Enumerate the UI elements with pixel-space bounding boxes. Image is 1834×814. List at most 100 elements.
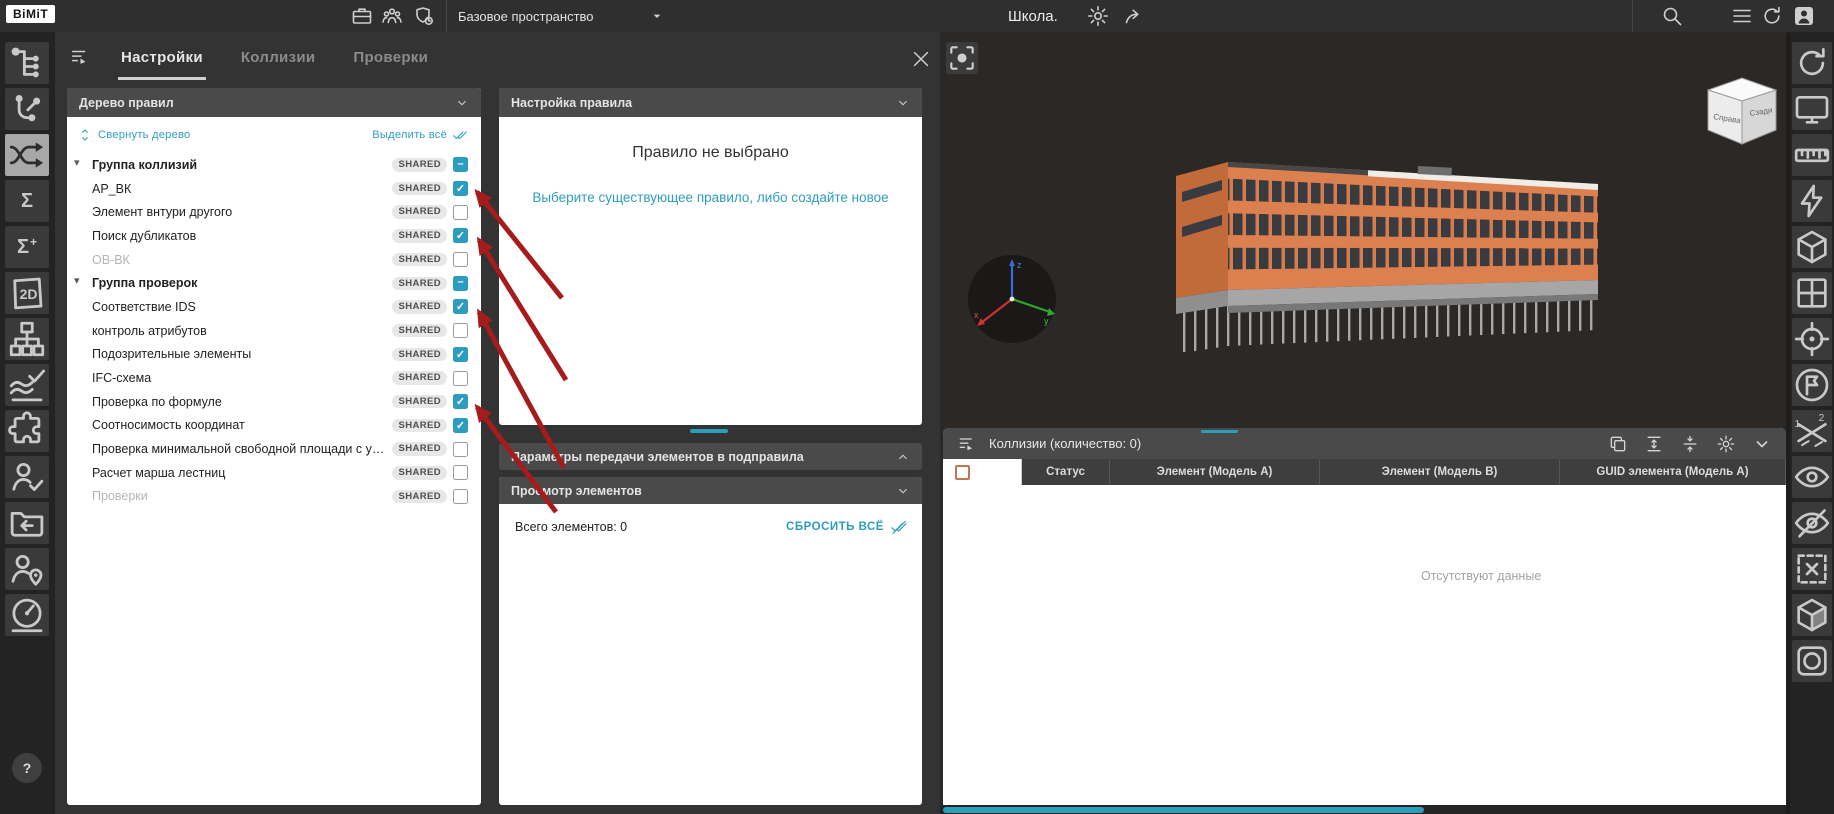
isolate-cube-icon[interactable] xyxy=(1792,594,1832,636)
collisions-resize-handle[interactable] xyxy=(1201,430,1238,433)
tab-Проверки[interactable]: Проверки xyxy=(350,38,431,80)
eye-off-icon[interactable] xyxy=(1792,502,1832,544)
rule-checkbox[interactable] xyxy=(453,181,468,196)
refresh-view-icon[interactable] xyxy=(1792,42,1832,84)
empty-state-hint[interactable]: Выберите существующее правило, либо созд… xyxy=(499,190,922,205)
tree-row[interactable]: Проверка минимальной свободной площади с… xyxy=(67,437,481,461)
building-model[interactable] xyxy=(1168,132,1608,352)
plugins-icon[interactable] xyxy=(5,410,49,452)
section-box-icon[interactable] xyxy=(1792,640,1832,682)
tab-Настройки[interactable]: Настройки xyxy=(118,38,206,80)
share-icon[interactable] xyxy=(1122,4,1146,28)
flag-icon[interactable] xyxy=(1792,364,1832,406)
tree-row[interactable]: АР_ВКSHARED xyxy=(67,177,481,201)
rule-checkbox[interactable] xyxy=(453,394,468,409)
panel-resize-handle[interactable] xyxy=(690,429,728,433)
eye-icon[interactable] xyxy=(1792,456,1832,498)
rule-checkbox[interactable] xyxy=(453,157,468,172)
grid-icon[interactable] xyxy=(1792,272,1832,314)
rule-checkbox[interactable] xyxy=(453,371,468,386)
tree-caret-icon[interactable]: ▾ xyxy=(74,156,80,171)
app-logo[interactable]: BiMiT xyxy=(6,5,55,23)
elements-preview-header[interactable]: Просмотр элементов xyxy=(499,477,922,504)
help-button[interactable]: ? xyxy=(12,753,42,783)
ruler-icon[interactable] xyxy=(1792,134,1832,176)
tree-row[interactable]: ПроверкиSHARED xyxy=(67,485,481,509)
table-settings-gear-icon[interactable] xyxy=(1716,434,1736,454)
collapse-tree-link[interactable]: Свернуть дерево xyxy=(98,129,190,141)
rule-checkbox[interactable] xyxy=(453,252,468,267)
project-settings-gear-icon[interactable] xyxy=(1086,4,1110,28)
rule-checkbox[interactable] xyxy=(453,299,468,314)
axis-gizmo[interactable]: z x y xyxy=(966,252,1061,347)
rule-checkbox[interactable] xyxy=(453,489,468,504)
sheets-2d-icon[interactable]: 2D xyxy=(5,272,49,314)
folder-export-icon[interactable] xyxy=(5,502,49,544)
select-all-rows-checkbox[interactable] xyxy=(955,465,970,480)
rule-checkbox[interactable] xyxy=(453,276,468,291)
tree-row[interactable]: Элемент внтури другогоSHARED xyxy=(67,200,481,224)
selection-mode-button[interactable] xyxy=(946,42,978,74)
dependencies-icon[interactable] xyxy=(5,88,49,130)
tree-row[interactable]: ОВ-ВКSHARED xyxy=(67,248,481,272)
user-location-icon[interactable] xyxy=(5,548,49,590)
sum-icon[interactable]: Σ xyxy=(5,180,49,222)
tree-row[interactable]: Поиск дубликатовSHARED xyxy=(67,224,481,248)
horizontal-scrollbar-track[interactable] xyxy=(940,805,1786,814)
horizontal-scrollbar-thumb[interactable] xyxy=(943,807,1424,813)
collapse-tree-icon[interactable] xyxy=(77,127,93,143)
workspace-selector[interactable]: Базовое пространство xyxy=(458,0,665,32)
rule-checkbox[interactable] xyxy=(453,205,468,220)
tree-row[interactable]: Проверка по формулеSHARED xyxy=(67,390,481,414)
tree-row[interactable]: контроль атрибутовSHARED xyxy=(67,319,481,343)
panel-menu-icon[interactable] xyxy=(69,46,91,68)
column-header[interactable]: Элемент (Модель A) xyxy=(1110,459,1320,485)
rule-checkbox[interactable] xyxy=(453,347,468,362)
rule-checkbox[interactable] xyxy=(453,228,468,243)
column-header[interactable]: Элемент (Модель B) xyxy=(1320,459,1560,485)
structure-icon[interactable] xyxy=(5,318,49,360)
clash-rules-icon[interactable] xyxy=(5,134,49,176)
rule-checkbox[interactable] xyxy=(453,465,468,480)
team-icon[interactable] xyxy=(380,4,404,28)
reset-all-button[interactable]: СБРОСИТЬ ВСЁ xyxy=(786,518,908,536)
lightning-icon[interactable] xyxy=(1792,180,1832,222)
close-icon[interactable] xyxy=(910,48,932,70)
rule-checkbox[interactable] xyxy=(453,418,468,433)
column-header[interactable]: Статус xyxy=(1022,459,1110,485)
shield-clock-icon[interactable] xyxy=(412,4,436,28)
measure-axes-icon[interactable]: 12 xyxy=(1792,410,1832,452)
dashboard-gauge-icon[interactable] xyxy=(5,594,49,636)
column-header[interactable]: GUID элемента (Модель A) xyxy=(1560,459,1786,485)
select-all-link[interactable]: Выделить всё xyxy=(372,129,447,141)
section-cube-icon[interactable] xyxy=(1792,226,1832,268)
copy-icon[interactable] xyxy=(1608,434,1628,454)
locate-icon[interactable] xyxy=(1792,318,1832,360)
subrule-params-header[interactable]: Параметры передачи элементов в подправил… xyxy=(499,443,922,470)
tree-row[interactable]: Соответствие IDSSHARED xyxy=(67,295,481,319)
menu-list-icon[interactable] xyxy=(1730,4,1754,28)
rules-tree-header[interactable]: Дерево правил xyxy=(67,88,481,117)
deselect-icon[interactable] xyxy=(1792,548,1832,590)
search-icon[interactable] xyxy=(1660,4,1684,28)
model-tree-icon[interactable] xyxy=(5,42,49,84)
orbit-icon[interactable] xyxy=(1760,4,1784,28)
screen-modes-icon[interactable] xyxy=(1792,88,1832,130)
sum-plus-icon[interactable]: Σ+ xyxy=(5,226,49,268)
briefcase-icon[interactable] xyxy=(350,4,374,28)
tree-caret-icon[interactable]: ▾ xyxy=(74,274,80,289)
tree-row[interactable]: Соотносимость координатSHARED xyxy=(67,414,481,438)
rule-checkbox[interactable] xyxy=(453,442,468,457)
rule-settings-header[interactable]: Настройка правила xyxy=(499,88,922,117)
tree-row[interactable]: Расчет марша лестницSHARED xyxy=(67,461,481,485)
collisions-menu-icon[interactable] xyxy=(957,434,977,454)
tab-Коллизии[interactable]: Коллизии xyxy=(238,38,319,80)
graphs-check-icon[interactable] xyxy=(5,364,49,406)
tree-row[interactable]: ▾Группа проверокSHARED xyxy=(67,271,481,295)
user-icon[interactable] xyxy=(1792,4,1816,28)
chevron-down-icon[interactable] xyxy=(1752,434,1772,454)
rule-checkbox[interactable] xyxy=(453,323,468,338)
tree-row[interactable]: IFC-схемаSHARED xyxy=(67,366,481,390)
collapse-rows-icon[interactable] xyxy=(1680,434,1700,454)
tree-row[interactable]: ▾Группа коллизийSHARED xyxy=(67,153,481,177)
